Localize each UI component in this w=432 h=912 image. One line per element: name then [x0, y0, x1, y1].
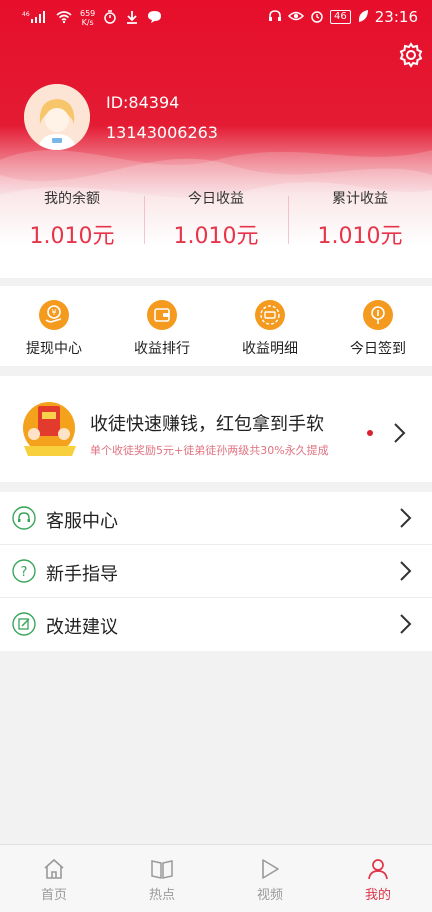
- chevron-right-icon: [394, 423, 406, 443]
- quick-actions: ¥ 提现中心 收益排行 收益明细 今日签到: [0, 286, 432, 366]
- svg-text:46: 46: [22, 11, 30, 18]
- notification-dot: [367, 430, 373, 436]
- clock: 23:16: [374, 8, 418, 26]
- help-icon: ?: [12, 559, 36, 583]
- menu-label: 新手指导: [46, 564, 118, 585]
- eye-icon: [287, 9, 305, 26]
- action-detail[interactable]: 收益明细: [216, 286, 324, 366]
- edit-icon: [12, 612, 36, 636]
- person-icon: [368, 859, 388, 880]
- svg-text:?: ?: [21, 565, 28, 580]
- action-checkin[interactable]: 今日签到: [324, 286, 432, 366]
- stat-value: 1.010元: [173, 224, 259, 249]
- action-ranking[interactable]: 收益排行: [108, 286, 216, 366]
- stat-label: 今日收益: [188, 191, 244, 207]
- nav-label: 热点: [148, 888, 175, 903]
- action-label: 收益明细: [242, 341, 298, 357]
- book-icon: [151, 860, 173, 879]
- headset-icon: [12, 506, 36, 530]
- red-envelope-icon: [23, 402, 76, 456]
- nav-mine[interactable]: 我的: [324, 845, 432, 912]
- stat-value: 1.010元: [317, 224, 403, 249]
- stat-balance[interactable]: 我的余额 1.010元: [0, 186, 144, 256]
- chevron-right-icon: [400, 614, 412, 634]
- chevron-right-icon: [400, 508, 412, 528]
- nav-video[interactable]: 视频: [216, 845, 324, 912]
- settings-gear-icon[interactable]: [398, 42, 424, 68]
- nav-label: 视频: [256, 888, 283, 903]
- action-label: 提现中心: [26, 341, 82, 357]
- withdraw-icon: ¥: [39, 300, 69, 330]
- home-icon: [44, 858, 64, 879]
- wallet-icon: [147, 300, 177, 330]
- headset-status-icon: [268, 9, 282, 26]
- user-id: ID:84394: [106, 93, 180, 112]
- status-bar: 46 659 K/s 46 23:16: [0, 0, 432, 38]
- svg-text:¥: ¥: [51, 308, 56, 317]
- battery-indicator: 46: [330, 10, 351, 24]
- detail-icon: [255, 300, 285, 330]
- stat-total-earnings[interactable]: 累计收益 1.010元: [288, 186, 432, 256]
- invite-banner[interactable]: 收徒快速赚钱，红包拿到手软 单个收徒奖励5元+徒弟徒孙两级共30%永久提成: [0, 376, 432, 482]
- action-label: 今日签到: [350, 341, 406, 357]
- chevron-right-icon: [400, 561, 412, 581]
- bottom-nav: 首页 热点 视频 我的: [0, 844, 432, 912]
- checkin-icon: [363, 300, 393, 330]
- user-phone: 13143006263: [106, 123, 218, 142]
- menu-label: 客服中心: [46, 511, 118, 532]
- leaf-icon: [357, 9, 369, 26]
- menu-item-customer-service[interactable]: 客服中心: [0, 492, 432, 545]
- stat-label: 累计收益: [332, 191, 388, 207]
- download-icon: [125, 10, 139, 27]
- menu-item-beginner-guide[interactable]: ? 新手指导: [0, 545, 432, 598]
- nav-hot[interactable]: 热点: [108, 845, 216, 912]
- nav-label: 首页: [40, 888, 67, 903]
- girl-avatar-icon: [24, 84, 90, 150]
- stat-today-earnings[interactable]: 今日收益 1.010元: [144, 186, 288, 256]
- stat-value: 1.010元: [29, 224, 115, 249]
- alarm-icon: [310, 9, 324, 26]
- timer-icon: [103, 9, 117, 27]
- action-withdraw[interactable]: ¥ 提现中心: [0, 286, 108, 366]
- banner-subtitle: 单个收徒奖励5元+徒弟徒孙两级共30%永久提成: [90, 444, 329, 457]
- wifi-icon: [56, 10, 72, 27]
- profile-header: 46 659 K/s 46 23:16 ID:84394 13143006263…: [0, 0, 432, 278]
- menu-label: 改进建议: [46, 617, 118, 638]
- settings-menu: 客服中心 ? 新手指导 改进建议: [0, 492, 432, 651]
- stat-label: 我的余额: [44, 191, 100, 207]
- action-label: 收益排行: [134, 341, 190, 357]
- net-speed: 659 K/s: [80, 9, 96, 27]
- menu-item-suggestions[interactable]: 改进建议: [0, 598, 432, 651]
- message-icon: [147, 10, 162, 27]
- avatar[interactable]: [24, 84, 90, 150]
- nav-home[interactable]: 首页: [0, 845, 108, 912]
- earnings-stats: 我的余额 1.010元 今日收益 1.010元 累计收益 1.010元: [0, 186, 432, 256]
- nav-label: 我的: [364, 888, 391, 903]
- signal-icon: 46: [22, 10, 48, 27]
- play-icon: [262, 859, 279, 879]
- banner-title: 收徒快速赚钱，红包拿到手软: [90, 414, 324, 435]
